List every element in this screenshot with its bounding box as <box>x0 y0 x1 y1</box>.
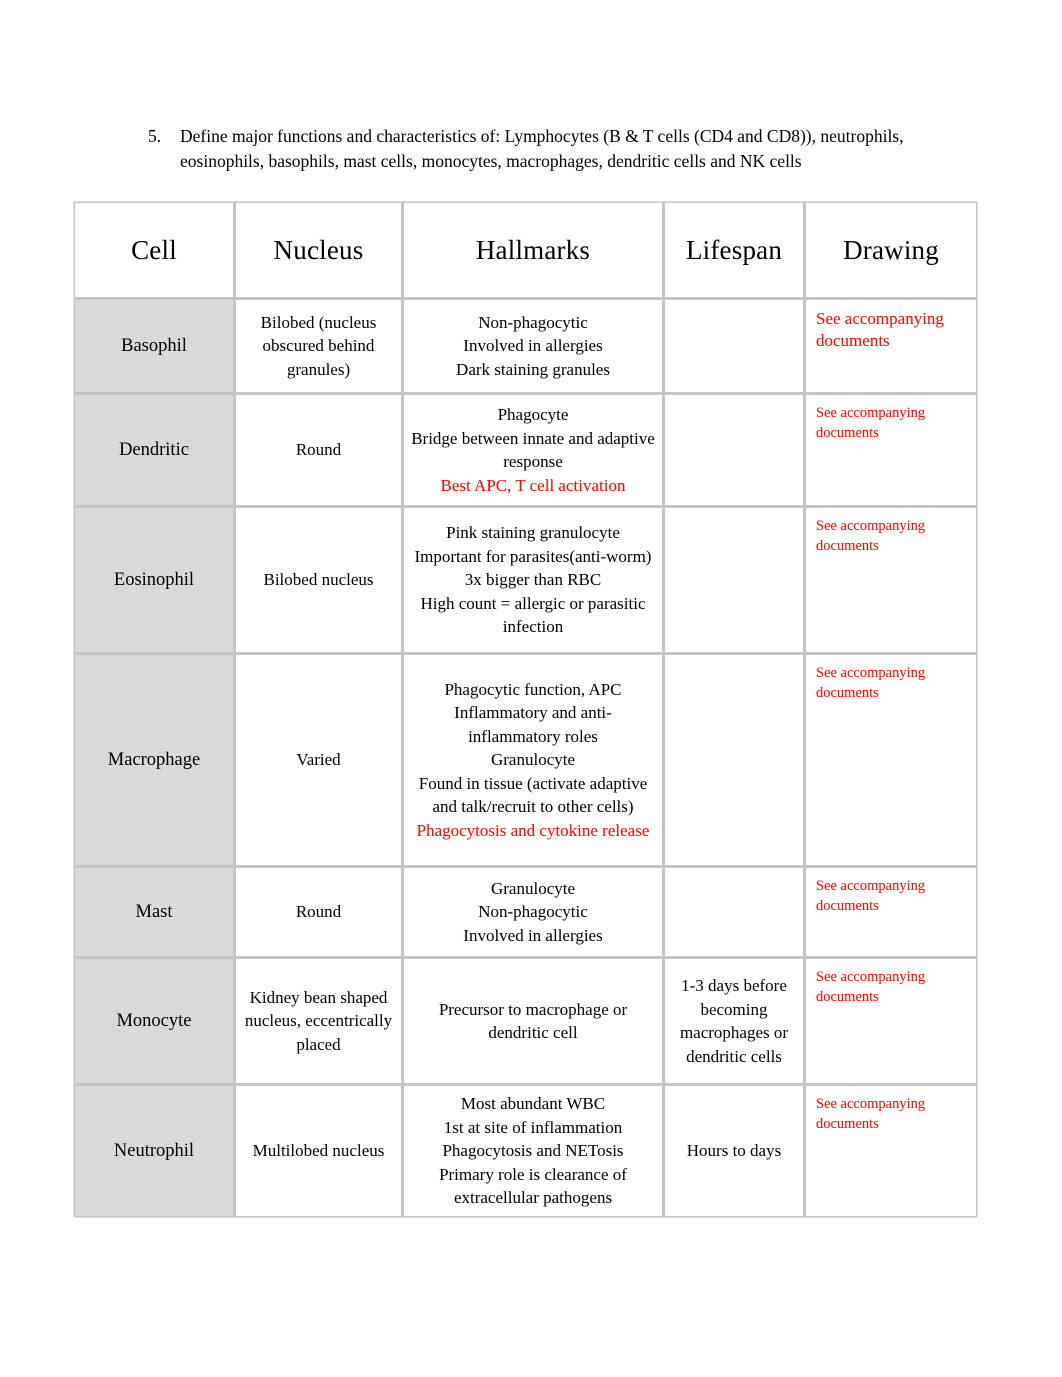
hallmark-line: Bridge between innate and adaptive respo… <box>411 428 655 472</box>
hallmark-line: Involved in allergies <box>463 925 603 945</box>
hallmark-line: 3x bigger than RBC <box>464 570 602 590</box>
see-accompanying-documents-text: See accompanying documents <box>816 405 926 441</box>
table-row: Eosinophil Bilobed nucleus Pink staining g… <box>75 508 976 652</box>
hallmark-line: Inflammatory and anti-inflammatory roles <box>454 703 612 746</box>
hallmark-line: 1st at site of inflammation <box>443 1117 623 1137</box>
cell-drawing-note: See accompanying documents <box>806 300 976 392</box>
hallmark-line: Involved in allergies <box>463 336 603 356</box>
table-row: Macrophage Varied Phagocytic function, APC… <box>75 655 976 865</box>
cell-nucleus: Round <box>236 868 401 956</box>
cell-lifespan <box>665 395 803 505</box>
column-header-lifespan: Lifespan <box>665 203 803 297</box>
cell-hallmarks: Phagocyte Bridge between innate and adapt… <box>404 395 662 505</box>
cell-hallmarks: Most abundant WBC 1st at site of inflamma… <box>404 1086 662 1216</box>
see-accompanying-documents-text: See accompanying documents <box>816 518 926 554</box>
cell-drawing-note: See accompanying documents <box>806 508 976 652</box>
hallmark-line: Non-phagocytic <box>478 312 588 332</box>
question-text: Define major functions and characteristi… <box>180 126 904 171</box>
hallmark-line: Important for parasites(anti-worm) <box>414 546 652 566</box>
cell-type-name: Macrophage <box>75 655 233 865</box>
table-row: Neutrophil Multilobed nucleus Most abundan… <box>75 1086 976 1216</box>
hallmark-line: Granulocyte <box>490 878 576 898</box>
see-accompanying-documents-text: See accompanying documents <box>816 969 926 1005</box>
see-accompanying-documents-text: See accompanying documents <box>816 878 926 914</box>
cell-drawing-note: See accompanying documents <box>806 1086 976 1216</box>
table-row: Mast Round Granulocyte Non-phagocytic Involv… <box>75 868 976 956</box>
hallmark-line: Phagocytosis and NETosis <box>442 1141 624 1160</box>
see-accompanying-documents-text: See accompanying documents <box>816 665 926 701</box>
see-accompanying-documents-text: See accompanying documents <box>816 1096 926 1132</box>
cell-type-name: Monocyte <box>75 959 233 1083</box>
table-row: Dendritic Round Phagocyte Bridge between in… <box>75 395 976 505</box>
cell-lifespan <box>665 655 803 865</box>
cell-type-name: Dendritic <box>75 395 233 505</box>
cell-lifespan <box>665 508 803 652</box>
hallmark-line: Phagocytic function, APC <box>444 679 622 699</box>
cell-hallmarks: Phagocytic function, APC Inflammatory and… <box>404 655 662 865</box>
cell-lifespan <box>665 300 803 392</box>
table-row: Basophil Bilobed (nucleus obscured behind… <box>75 300 976 392</box>
hallmark-highlight-line: Phagocytosis and cytokine release <box>416 820 650 840</box>
cell-nucleus: Round <box>236 395 401 505</box>
cell-nucleus: Bilobed (nucleus obscured behind granule… <box>236 300 401 392</box>
column-header-drawing: Drawing <box>806 203 976 297</box>
cell-nucleus: Multilobed nucleus <box>236 1086 401 1216</box>
table-body: Basophil Bilobed (nucleus obscured behind… <box>75 300 976 1216</box>
cell-lifespan <box>665 868 803 956</box>
hallmark-highlight-line: Best APC, T cell activation <box>440 475 626 495</box>
cell-hallmarks: Granulocyte Non-phagocytic Involved in all… <box>404 868 662 956</box>
cell-hallmarks: Pink staining granulocyte Important for p… <box>404 508 662 652</box>
cell-lifespan: Hours to days <box>665 1086 803 1216</box>
hallmark-line: Dark staining granules <box>456 359 610 379</box>
question-number: 5. <box>148 126 162 146</box>
hallmark-line: High count = allergic or parasitic infec… <box>420 593 646 637</box>
cell-drawing-note: See accompanying documents <box>806 868 976 956</box>
table-row: Monocyte Kidney bean shaped nucleus, ecce… <box>75 959 976 1083</box>
cell-hallmarks: Precursor to macrophage or dendritic cel… <box>404 959 662 1083</box>
hallmark-line: Phagocyte <box>497 405 569 424</box>
question-block: 5. Define major functions and characteri… <box>148 124 908 173</box>
cell-nucleus: Bilobed nucleus <box>236 508 401 652</box>
cell-type-name: Mast <box>75 868 233 956</box>
column-header-nucleus: Nucleus <box>236 203 401 297</box>
cell-type-name: Neutrophil <box>75 1086 233 1216</box>
hallmark-line: Non-phagocytic <box>478 902 588 922</box>
table-header: Cell Nucleus Hallmarks Lifespan Drawing <box>75 203 976 297</box>
column-header-cell: Cell <box>75 203 233 297</box>
cell-nucleus: Kidney bean shaped nucleus, eccentricall… <box>236 959 401 1083</box>
cell-drawing-note: See accompanying documents <box>806 959 976 1083</box>
cell-lifespan: 1-3 days before becoming macrophages or … <box>665 959 803 1083</box>
hallmark-line: Pink staining granulocyte <box>446 523 620 543</box>
header-row: Cell Nucleus Hallmarks Lifespan Drawing <box>75 203 976 297</box>
cell-type-name: Eosinophil <box>75 508 233 652</box>
hallmark-line: Found in tissue (activate adaptive and t… <box>418 773 648 817</box>
hallmark-line: Primary role is clearance of extracellul… <box>439 1164 627 1208</box>
hallmark-line: Most abundant WBC <box>460 1094 606 1113</box>
cell-hallmarks: Non-phagocytic Involved in allergies Dark … <box>404 300 662 392</box>
hallmark-line: Precursor to macrophage or dendritic cel… <box>438 999 628 1043</box>
cell-drawing-note: See accompanying documents <box>806 655 976 865</box>
immune-cells-table: Cell Nucleus Hallmarks Lifespan Drawing … <box>72 200 979 1219</box>
column-header-hallmarks: Hallmarks <box>404 203 662 297</box>
cell-nucleus: Varied <box>236 655 401 865</box>
cell-drawing-note: See accompanying documents <box>806 395 976 505</box>
cell-type-name: Basophil <box>75 300 233 392</box>
hallmark-line: Granulocyte <box>490 750 576 770</box>
see-accompanying-documents-text: See accompanying documents <box>816 309 944 350</box>
